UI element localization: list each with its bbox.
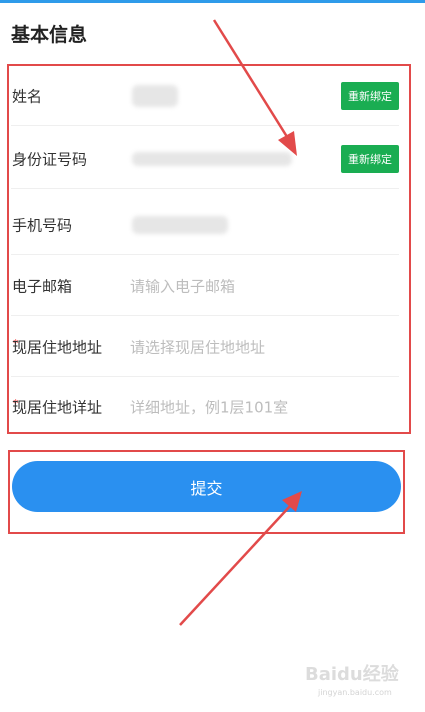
arrow-overlay	[179, 19, 302, 626]
arrow-down-line	[212, 19, 291, 141]
arrow-down-head	[278, 131, 297, 156]
arrow-up-line	[179, 504, 292, 626]
arrow-up-head	[282, 491, 302, 512]
watermark-logo: Baidu经验	[305, 664, 399, 685]
watermark-url: jingyan.baidu.com	[318, 688, 392, 697]
